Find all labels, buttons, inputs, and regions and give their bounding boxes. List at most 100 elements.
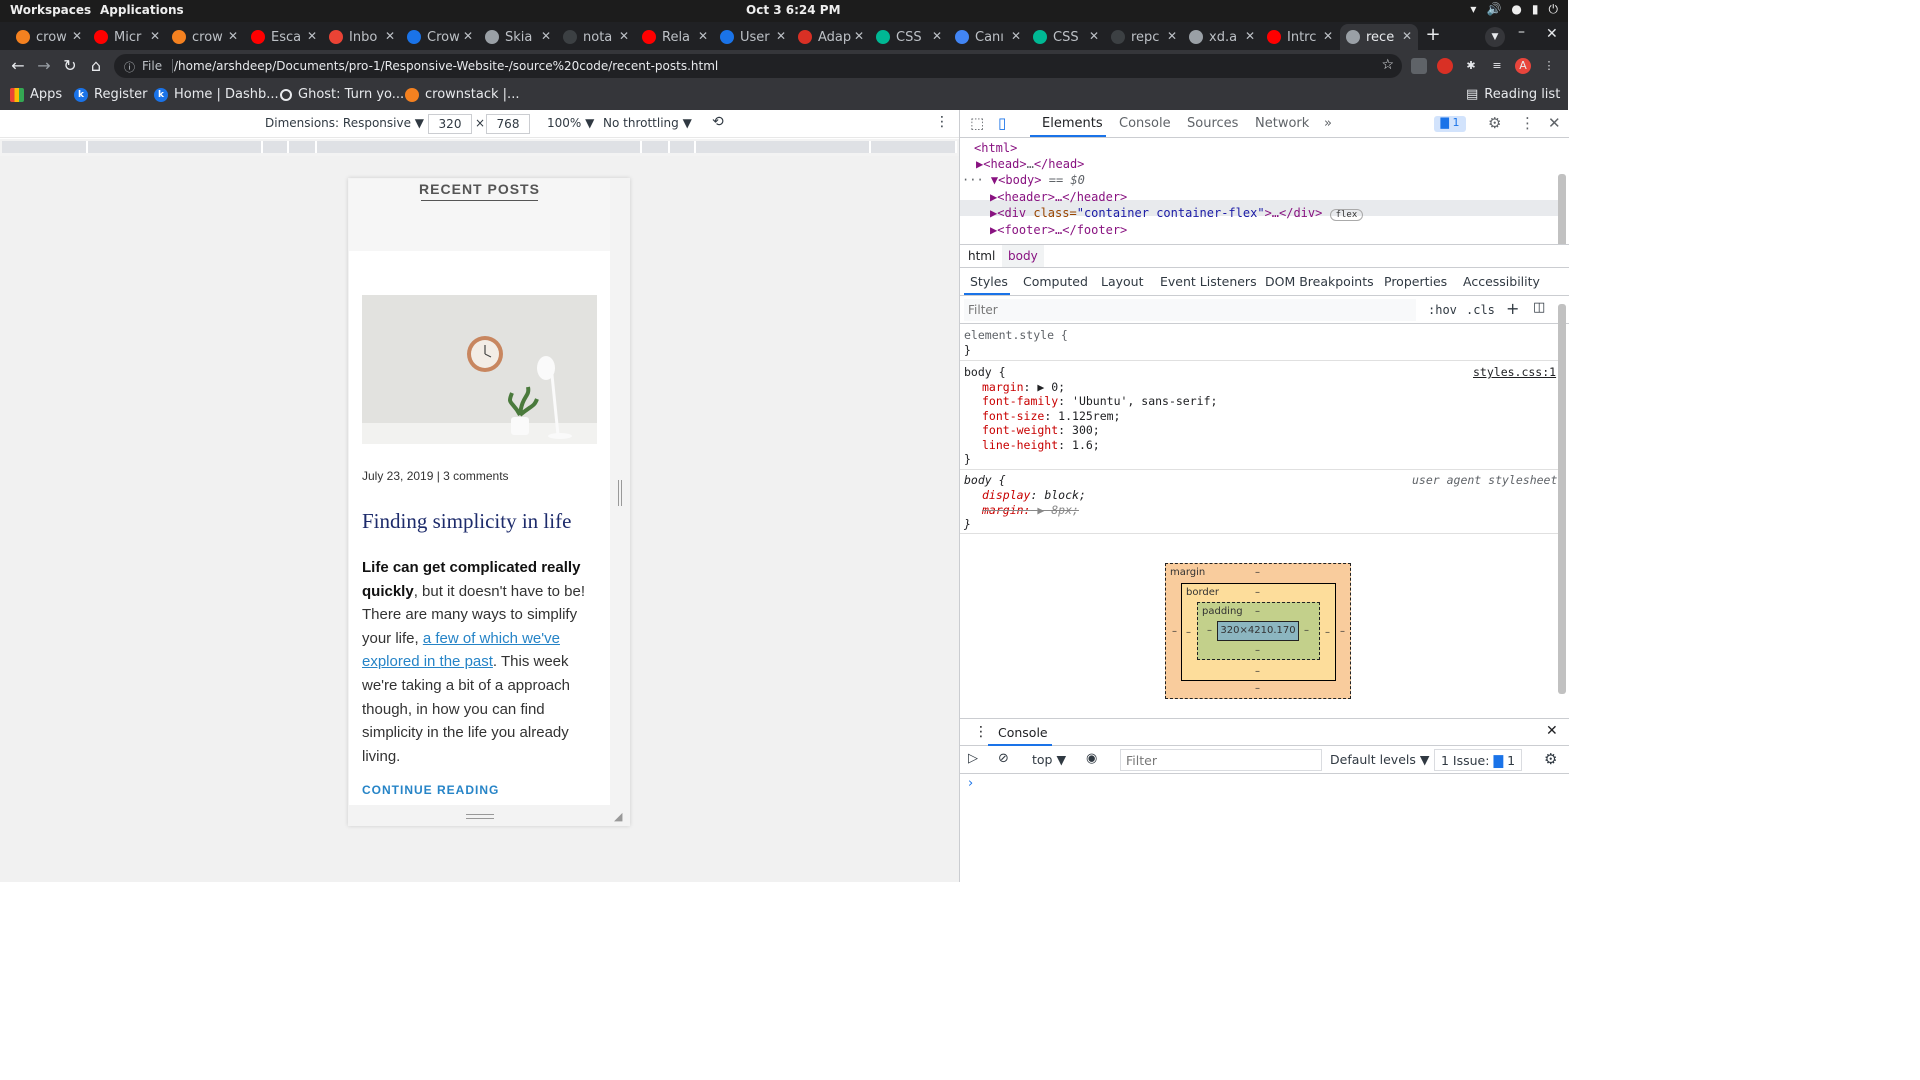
browser-tab[interactable]: xd.a ✕ — [1183, 24, 1261, 50]
site-info-icon[interactable]: ⓘ — [124, 59, 135, 75]
media-segment[interactable] — [289, 141, 317, 153]
log-levels-select[interactable]: Default levels ▼ — [1330, 752, 1429, 767]
tab-close-icon[interactable]: ✕ — [385, 29, 395, 43]
tab-close-icon[interactable]: ✕ — [307, 29, 317, 43]
tab-dom-breakpoints[interactable]: DOM Breakpoints — [1265, 274, 1374, 289]
css-declaration[interactable]: margin: ▶ 0; — [982, 380, 1065, 394]
settings-gear-icon[interactable]: ⚙ — [1488, 114, 1501, 132]
tab-elements[interactable]: Elements — [1042, 116, 1103, 131]
browser-tab[interactable]: Adap ✕ — [792, 24, 870, 50]
width-input[interactable]: 320 — [428, 114, 472, 134]
tab-close-icon[interactable]: ✕ — [698, 29, 708, 43]
css-declaration[interactable]: line-height: 1.6; — [982, 438, 1100, 452]
tab-layout[interactable]: Layout — [1101, 274, 1144, 289]
address-bar[interactable]: ⓘ File /home/arshdeep/Documents/pro-1/Re… — [114, 54, 1402, 78]
issues-badge[interactable]: ▇ 1 — [1434, 116, 1466, 132]
class-toggle[interactable]: .cls — [1466, 303, 1495, 317]
node-body[interactable]: ··· ▼<body> == $0 — [962, 173, 1085, 187]
console-sidebar-icon[interactable]: ▷ — [968, 751, 978, 766]
minimize-button[interactable]: – — [1518, 24, 1525, 40]
browser-tab[interactable]: Skia ✕ — [479, 24, 557, 50]
clear-console-icon[interactable]: ⊘ — [998, 751, 1009, 766]
border-left-value[interactable]: – — [1186, 627, 1191, 638]
tab-close-icon[interactable]: ✕ — [854, 29, 864, 43]
applications-menu[interactable]: Applications — [100, 3, 184, 17]
live-expression-eye-icon[interactable]: ◉ — [1086, 751, 1097, 766]
tab-close-icon[interactable]: ✕ — [1011, 29, 1021, 43]
forward-icon[interactable]: → — [34, 56, 54, 75]
console-settings-icon[interactable]: ⚙ — [1544, 750, 1557, 768]
node-footer[interactable]: ▶<footer>…</footer> — [990, 223, 1127, 237]
tab-console[interactable]: Console — [1119, 116, 1171, 131]
workspaces-menu[interactable]: Workspaces — [10, 3, 91, 17]
media-segment[interactable] — [2, 141, 88, 153]
media-segment[interactable] — [696, 141, 871, 153]
bookmark-star-icon[interactable]: ☆ — [1381, 57, 1394, 73]
window-close-button[interactable]: ✕ — [1546, 26, 1558, 42]
styles-filter-input[interactable]: Filter — [964, 299, 1416, 321]
device-menu-icon[interactable]: ⋮ — [935, 114, 949, 130]
tab-network[interactable]: Network — [1255, 116, 1309, 131]
tab-close-icon[interactable]: ✕ — [1167, 29, 1177, 43]
tab-close-icon[interactable]: ✕ — [541, 29, 551, 43]
extensions-puzzle-icon[interactable]: ✱ — [1463, 58, 1479, 74]
crumb-body[interactable]: body — [1002, 245, 1044, 267]
tab-close-icon[interactable]: ✕ — [1245, 29, 1255, 43]
css-declaration[interactable]: font-family: 'Ubuntu', sans-serif; — [982, 394, 1217, 408]
inspect-element-icon[interactable]: ⬚ — [970, 114, 984, 132]
browser-tab[interactable]: nota ✕ — [557, 24, 635, 50]
tab-event-listeners[interactable]: Event Listeners — [1160, 274, 1257, 289]
media-segment[interactable] — [670, 141, 696, 153]
browser-tab[interactable]: Canı ✕ — [949, 24, 1027, 50]
browser-tab[interactable]: crow ✕ — [10, 24, 88, 50]
browser-tab[interactable]: repc ✕ — [1105, 24, 1183, 50]
reload-icon[interactable]: ↻ — [60, 56, 80, 75]
media-segment[interactable] — [642, 141, 670, 153]
system-tray[interactable]: ▾ 🔊 ● ▮ ⏻ — [1470, 2, 1558, 17]
styles-scrollbar[interactable] — [1558, 304, 1566, 694]
node-options-icon[interactable]: ··· — [962, 173, 991, 187]
extension-icon[interactable] — [1411, 58, 1427, 74]
browser-tab[interactable]: Micr ✕ — [88, 24, 166, 50]
close-drawer-icon[interactable]: ✕ — [1546, 723, 1558, 739]
ua-body-selector[interactable]: body { — [964, 473, 1006, 487]
tab-styles[interactable]: Styles — [970, 274, 1008, 289]
browser-tab[interactable]: rece ✕ — [1340, 24, 1418, 50]
margin-left-value[interactable]: – — [1172, 626, 1177, 637]
bookmark-register[interactable]: k Register — [74, 87, 148, 102]
media-query-bar[interactable] — [0, 139, 959, 156]
close-devtools-icon[interactable]: ✕ — [1548, 114, 1561, 132]
media-segment[interactable] — [871, 141, 957, 153]
drawer-menu-icon[interactable]: ⋮ — [974, 724, 988, 740]
browser-tab[interactable]: Inbo ✕ — [323, 24, 401, 50]
post-title[interactable]: Finding simplicity in life — [362, 509, 571, 534]
padding-bottom-value[interactable]: – — [1255, 645, 1260, 656]
media-queue-icon[interactable]: ≡ — [1489, 58, 1505, 74]
browser-menu-icon[interactable]: ⋮ — [1541, 58, 1557, 74]
tab-close-icon[interactable]: ✕ — [228, 29, 238, 43]
bookmark-crownstack[interactable]: crownstack |... — [405, 87, 519, 102]
clock[interactable]: Oct 3 6:24 PM — [746, 3, 841, 17]
border-bottom-value[interactable]: – — [1255, 666, 1260, 677]
back-icon[interactable]: ← — [8, 56, 28, 75]
tab-close-icon[interactable]: ✕ — [776, 29, 786, 43]
media-segment[interactable] — [88, 141, 263, 153]
height-input[interactable]: 768 — [486, 114, 530, 134]
content-box-size[interactable]: 320×4210.170 — [1217, 621, 1299, 641]
tab-close-icon[interactable]: ✕ — [1402, 29, 1412, 43]
media-segment[interactable] — [263, 141, 289, 153]
elements-scrollbar[interactable] — [1558, 174, 1566, 244]
extension-red-icon[interactable] — [1437, 58, 1453, 74]
tab-search-button[interactable]: ▼ — [1485, 27, 1505, 47]
css-declaration[interactable]: font-weight: 300; — [982, 423, 1100, 437]
browser-tab[interactable]: Crow ✕ — [401, 24, 479, 50]
border-top-value[interactable]: – — [1255, 587, 1260, 598]
new-tab-button[interactable]: + — [1422, 25, 1444, 47]
flex-badge[interactable]: flex — [1329, 209, 1364, 221]
bookmark-ghost[interactable]: Ghost: Turn yo... — [280, 87, 404, 102]
issues-counter[interactable]: 1 Issue: ▇ 1 — [1434, 749, 1523, 771]
reading-list-button[interactable]: ▤ Reading list — [1466, 87, 1560, 102]
stylesheet-link[interactable]: styles.css:1 — [1473, 365, 1556, 379]
more-tabs-button[interactable]: » — [1324, 116, 1332, 131]
crumb-html[interactable]: html — [968, 249, 995, 263]
